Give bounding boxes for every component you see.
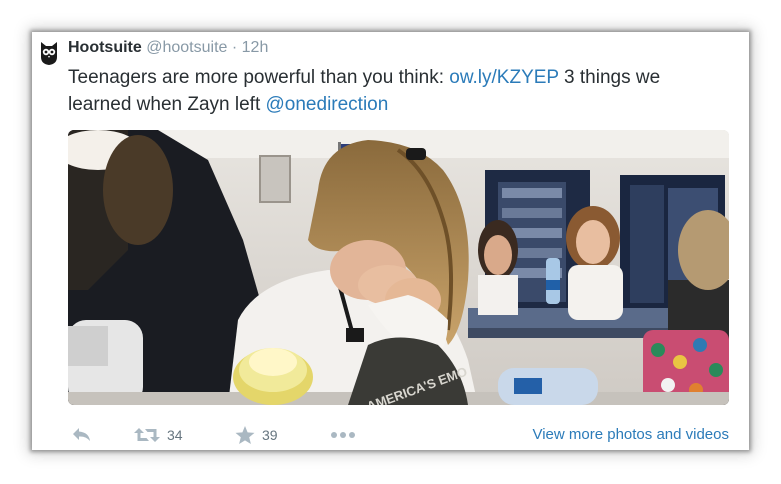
retweet-count: 34 <box>167 427 183 443</box>
reply-button[interactable] <box>72 424 92 446</box>
favorite-button[interactable]: 39 <box>235 424 278 446</box>
retweet-button[interactable]: 34 <box>134 424 183 446</box>
tweet-photo[interactable]: AMERICA'S EMO <box>68 130 729 405</box>
tweet-card: Hootsuite @hootsuite · 12h Teenagers are… <box>32 32 749 450</box>
separator-dot: · <box>231 39 238 56</box>
article-link[interactable]: ow.ly/KZYEP <box>449 67 558 88</box>
mention-link[interactable]: @onedirection <box>266 94 389 115</box>
retweet-icon <box>134 428 160 442</box>
tweet-actions: 34 39 View more photos and videos <box>68 424 729 446</box>
user-handle[interactable]: @hootsuite <box>146 39 227 56</box>
tweet-header: Hootsuite @hootsuite · 12h <box>68 38 268 58</box>
more-options-button[interactable] <box>330 424 356 446</box>
tweet-text: Teenagers are more powerful than you thi… <box>68 64 728 118</box>
view-more-photos-link[interactable]: View more photos and videos <box>532 424 729 446</box>
favorite-count: 39 <box>262 427 278 443</box>
tweet-text-part1: Teenagers are more powerful than you thi… <box>68 67 450 88</box>
hootsuite-owl-avatar[interactable] <box>38 40 60 66</box>
tweet-timestamp[interactable]: 12h <box>242 39 269 56</box>
reply-icon <box>73 428 90 441</box>
star-icon <box>235 425 255 444</box>
display-name[interactable]: Hootsuite <box>68 39 142 56</box>
more-icon <box>331 432 355 438</box>
